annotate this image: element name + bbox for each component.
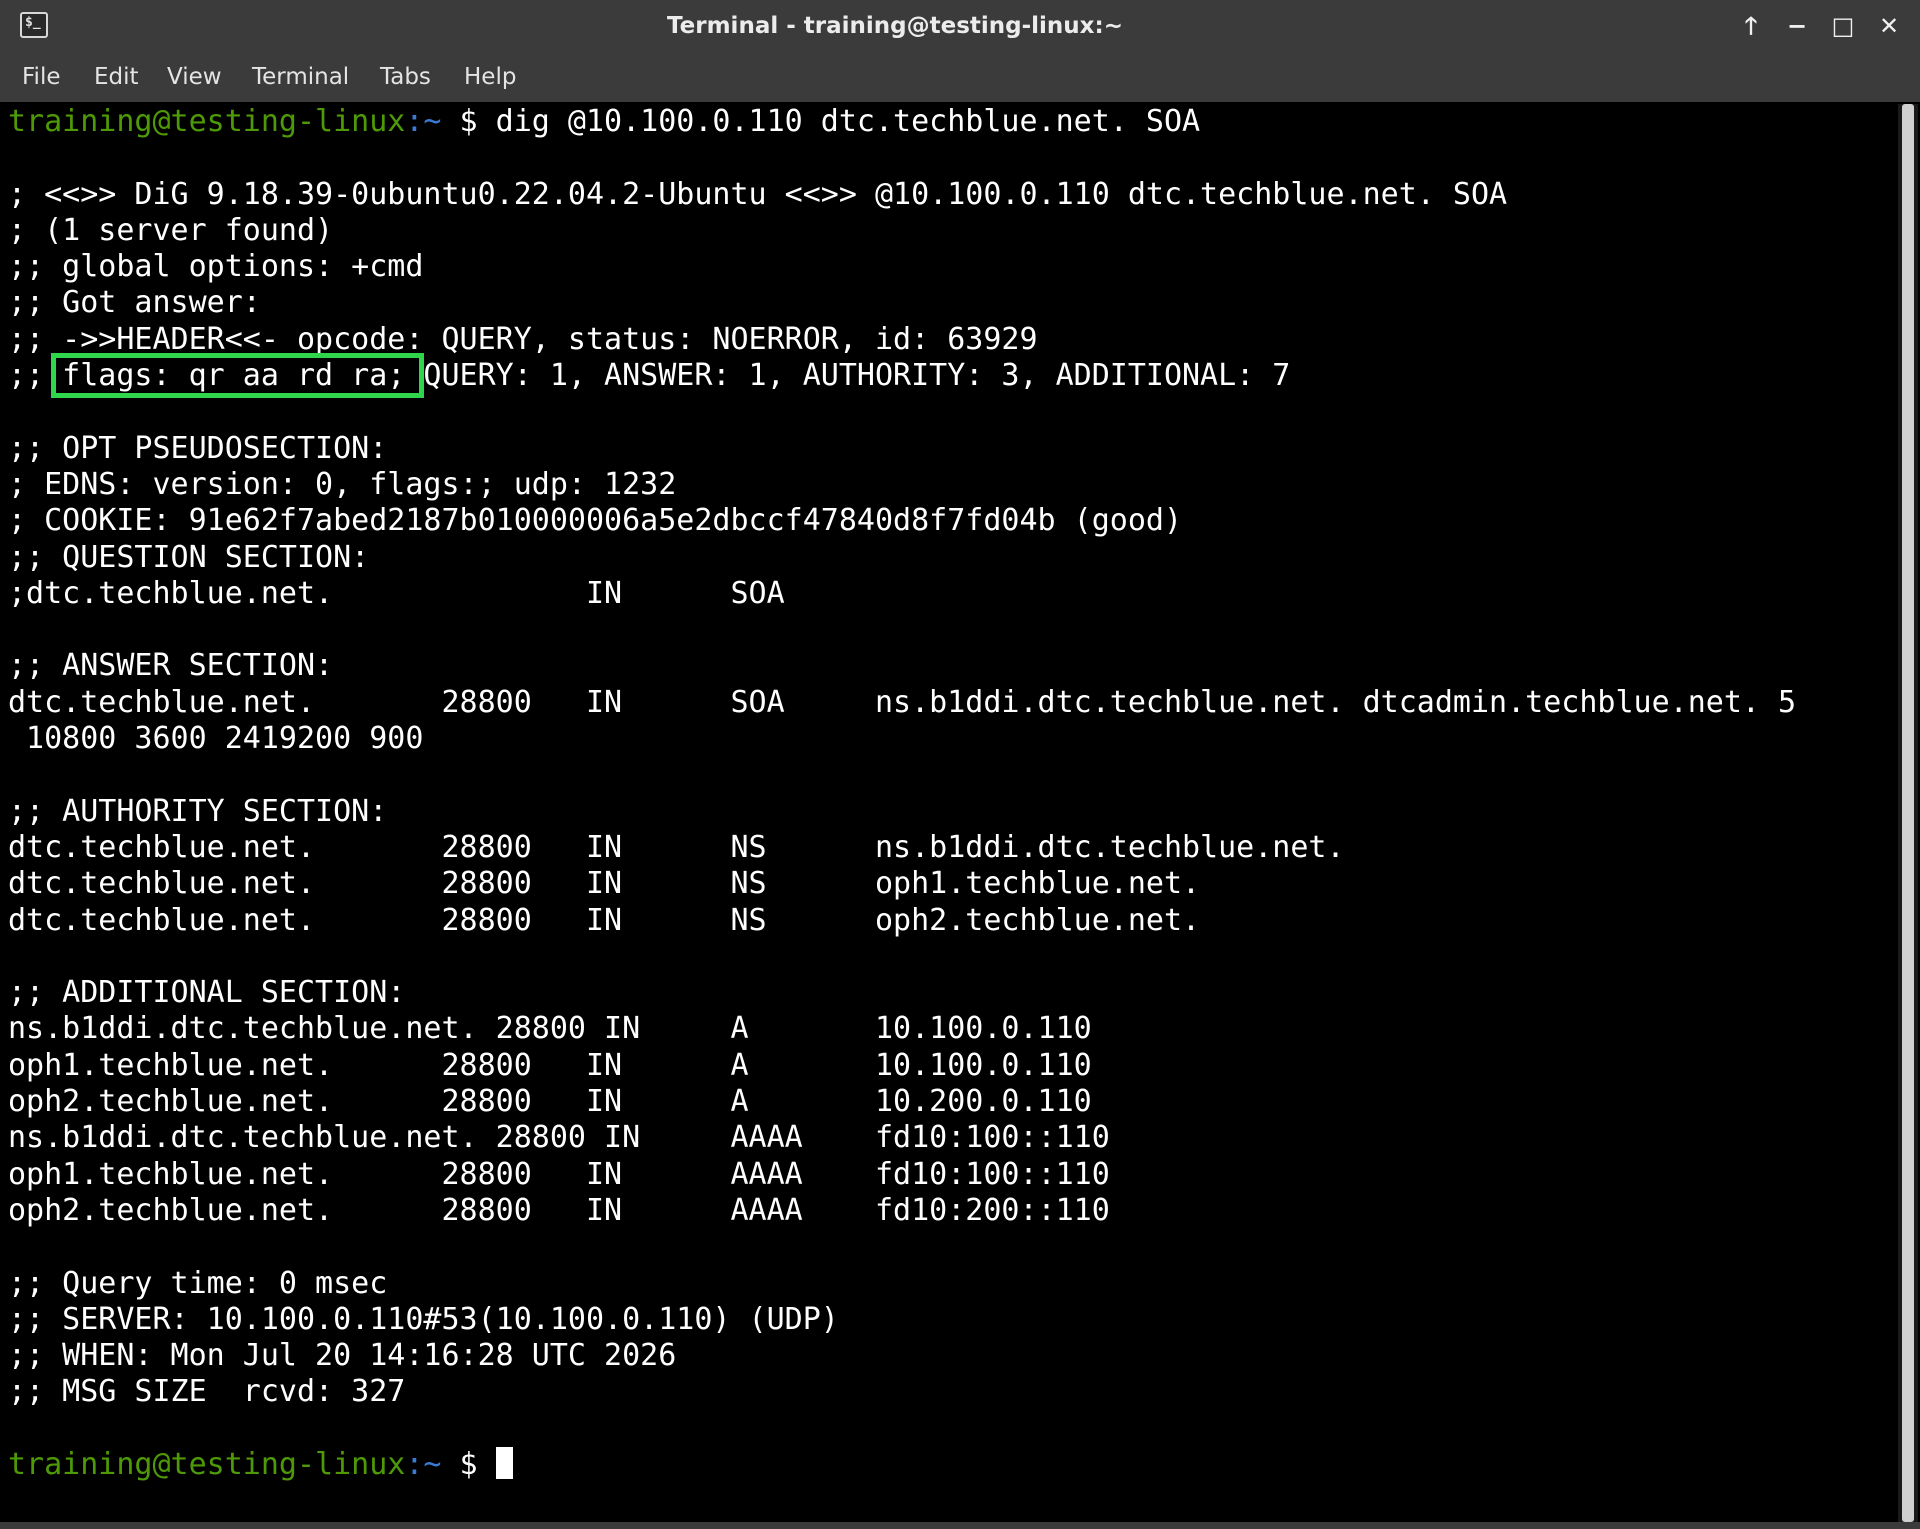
menu-tabs[interactable]: Tabs: [380, 52, 431, 102]
output-line: ; COOKIE: 91e62f7abed2187b010000006a5e2d…: [8, 503, 1182, 539]
output-line: ; <<>> DiG 9.18.39-0ubuntu0.22.04.2-Ubun…: [8, 176, 1508, 212]
terminal-output[interactable]: training@testing-linux:~ $ dig @10.100.0…: [8, 104, 1896, 1522]
output-line: ;; ->>HEADER<<- opcode: QUERY, status: N…: [8, 321, 1038, 357]
output-line: ;; Query time: 0 msec: [8, 1265, 388, 1301]
output-line: ns.b1ddi.dtc.techblue.net. 28800 IN A 10…: [8, 1011, 1092, 1047]
output-line: oph2.techblue.net. 28800 IN A 10.200.0.1…: [8, 1084, 1092, 1120]
command-text: dig @10.100.0.110 dtc.techblue.net. SOA: [495, 104, 1201, 139]
menu-bar: File Edit View Terminal Tabs Help: [0, 52, 1920, 102]
menu-help[interactable]: Help: [464, 52, 516, 102]
output-line: ;; Got answer:: [8, 285, 261, 321]
window-bottom-border: [0, 1522, 1920, 1529]
output-line: dtc.techblue.net. 28800 IN NS ns.b1ddi.d…: [8, 829, 1345, 865]
output-line: oph2.techblue.net. 28800 IN AAAA fd10:20…: [8, 1192, 1110, 1228]
keep-above-arrow-icon[interactable]: 🡑: [1733, 8, 1769, 44]
menu-edit[interactable]: Edit: [94, 52, 139, 102]
menu-view[interactable]: View: [167, 52, 222, 102]
title-bar[interactable]: $_ Terminal - training@testing-linux:~ 🡑…: [0, 0, 1920, 53]
text-cursor: [495, 1446, 513, 1479]
output-line: ; (1 server found): [8, 212, 334, 248]
output-line: ;; SERVER: 10.100.0.110#53(10.100.0.110)…: [8, 1301, 839, 1337]
output-line: ;; WHEN: Mon Jul 20 14:16:28 UTC 2026: [8, 1338, 677, 1374]
output-line: oph1.techblue.net. 28800 IN A 10.100.0.1…: [8, 1047, 1092, 1083]
prompt-path: :~: [405, 1446, 442, 1482]
maximize-icon[interactable]: □: [1825, 8, 1861, 44]
prompt-symbol: $: [441, 104, 496, 139]
output-line: 10800 3600 2419200 900: [8, 721, 424, 757]
output-line: ns.b1ddi.dtc.techblue.net. 28800 IN AAAA…: [8, 1120, 1110, 1156]
output-line: ;; ANSWER SECTION:: [8, 648, 334, 684]
output-line: dtc.techblue.net. 28800 IN SOA ns.b1ddi.…: [8, 684, 1797, 720]
output-line: ;; MSG SIZE rcvd: 327: [8, 1374, 406, 1410]
menu-file[interactable]: File: [22, 52, 61, 102]
menu-terminal[interactable]: Terminal: [252, 52, 349, 102]
output-line: ;; QUESTION SECTION:: [8, 539, 370, 575]
output-line: dtc.techblue.net. 28800 IN NS oph1.techb…: [8, 866, 1201, 902]
output-line: ; EDNS: version: 0, flags:; udp: 1232: [8, 466, 677, 502]
scrollbar-thumb[interactable]: [1902, 104, 1914, 1522]
output-line: ;; OPT PSEUDOSECTION:: [8, 430, 388, 466]
prompt-symbol: $: [441, 1446, 496, 1482]
dig-output: ; <<>> DiG 9.18.39-0ubuntu0.22.04.2-Ubun…: [8, 140, 1896, 1447]
command-line: training@testing-linux:~ $ dig @10.100.0…: [8, 104, 1896, 140]
output-line: ;; global options: +cmd: [8, 249, 424, 285]
minimize-icon[interactable]: −: [1779, 8, 1815, 44]
prompt-user-host: training@testing-linux: [8, 1446, 406, 1482]
output-line: oph1.techblue.net. 28800 IN AAAA fd10:10…: [8, 1156, 1110, 1192]
prompt-user-host: training@testing-linux: [8, 104, 406, 139]
output-line: dtc.techblue.net. 28800 IN NS oph2.techb…: [8, 902, 1201, 938]
current-prompt-line[interactable]: training@testing-linux:~ $: [8, 1446, 1896, 1483]
output-line: ;; ADDITIONAL SECTION:: [8, 975, 406, 1011]
prompt-path: :~: [405, 104, 442, 139]
terminal-window: $_ Terminal - training@testing-linux:~ 🡑…: [0, 0, 1920, 1529]
scrollbar[interactable]: [1898, 104, 1918, 1522]
close-icon[interactable]: ✕: [1871, 8, 1907, 44]
output-line: ;dtc.techblue.net. IN SOA: [8, 575, 785, 611]
output-line: ;; flags: qr aa rd ra; QUERY: 1, ANSWER:…: [8, 358, 1291, 394]
output-line: ;; AUTHORITY SECTION:: [8, 793, 388, 829]
window-title: Terminal - training@testing-linux:~: [667, 13, 1123, 39]
